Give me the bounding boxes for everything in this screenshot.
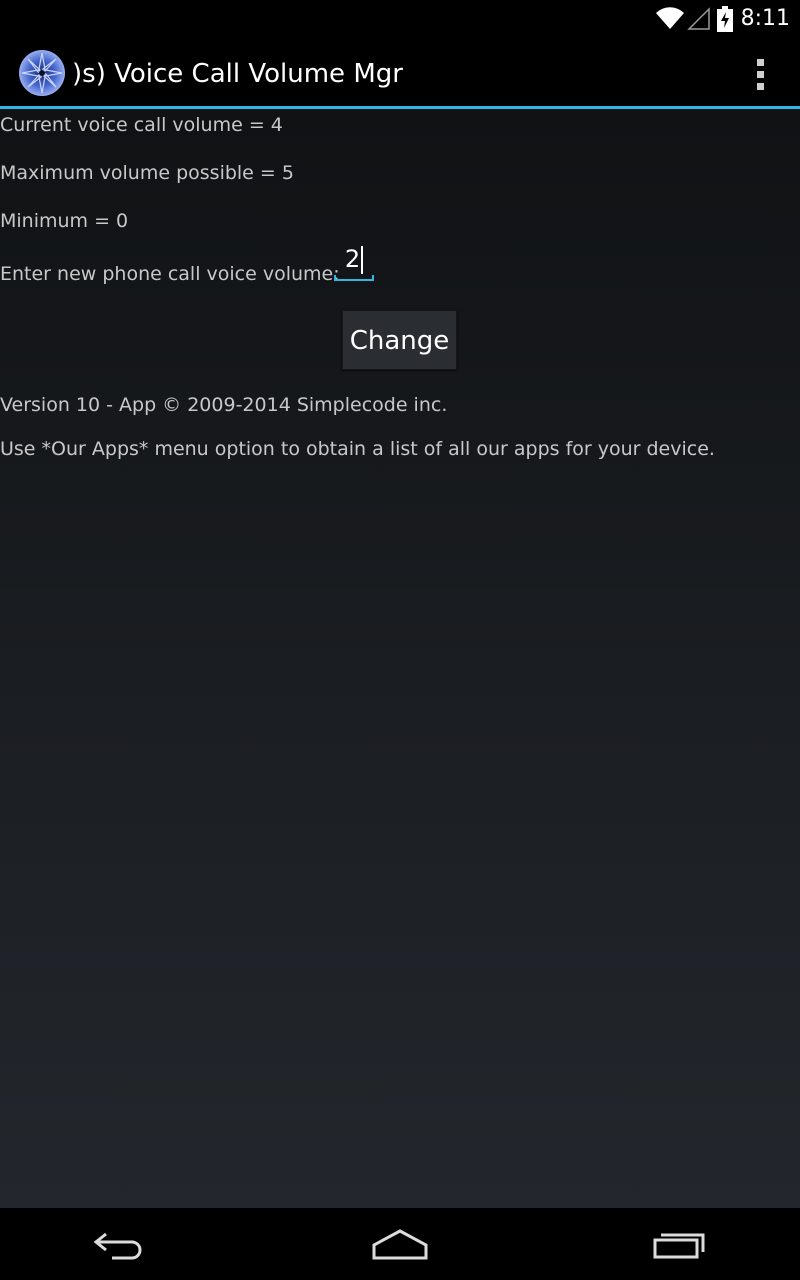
version-text: Version 10 - App © 2009-2014 Simplecode … (0, 394, 448, 416)
status-time: 8:11 (740, 6, 790, 31)
menu-dot (756, 70, 764, 78)
action-bar: )s) Voice Call Volume Mgr (0, 38, 800, 109)
input-tick-right (372, 275, 374, 281)
wifi-icon (655, 7, 684, 29)
volume-input-value: 2 (344, 245, 361, 273)
overflow-menu-icon[interactable] (744, 58, 776, 90)
status-icons: 8:11 (655, 0, 790, 38)
current-volume-text: Current voice call volume = 4 (0, 114, 283, 136)
minimum-volume-text: Minimum = 0 (0, 210, 129, 232)
menu-dot (756, 58, 764, 66)
recent-apps-icon (653, 1233, 705, 1259)
menu-dot (756, 82, 764, 90)
screen: 8:11 )s) Voice Call Volume Mgr Current v… (0, 0, 800, 1280)
status-bar: 8:11 (0, 0, 800, 38)
change-button[interactable]: Change (342, 310, 457, 370)
maximum-volume-text: Maximum volume possible = 5 (0, 162, 294, 184)
text-caret (361, 246, 364, 274)
back-button[interactable] (60, 1208, 180, 1280)
home-button[interactable] (340, 1208, 460, 1280)
signal-icon (686, 7, 710, 30)
recent-apps-button[interactable] (620, 1208, 740, 1280)
main-content: Current voice call volume = 4 Maximum vo… (0, 109, 800, 1208)
app-title: )s) Voice Call Volume Mgr (72, 59, 403, 89)
input-tick-left (334, 275, 336, 281)
home-icon (372, 1229, 428, 1260)
volume-input[interactable]: 2 (334, 237, 374, 281)
navigation-bar (0, 1208, 800, 1280)
apps-hint-text: Use *Our Apps* menu option to obtain a l… (0, 438, 715, 460)
volume-input-label: Enter new phone call voice volume: (0, 263, 340, 285)
battery-charging-icon (716, 6, 733, 32)
back-icon (93, 1232, 142, 1260)
input-underline (334, 279, 374, 281)
flower-logo-icon[interactable] (18, 49, 66, 97)
